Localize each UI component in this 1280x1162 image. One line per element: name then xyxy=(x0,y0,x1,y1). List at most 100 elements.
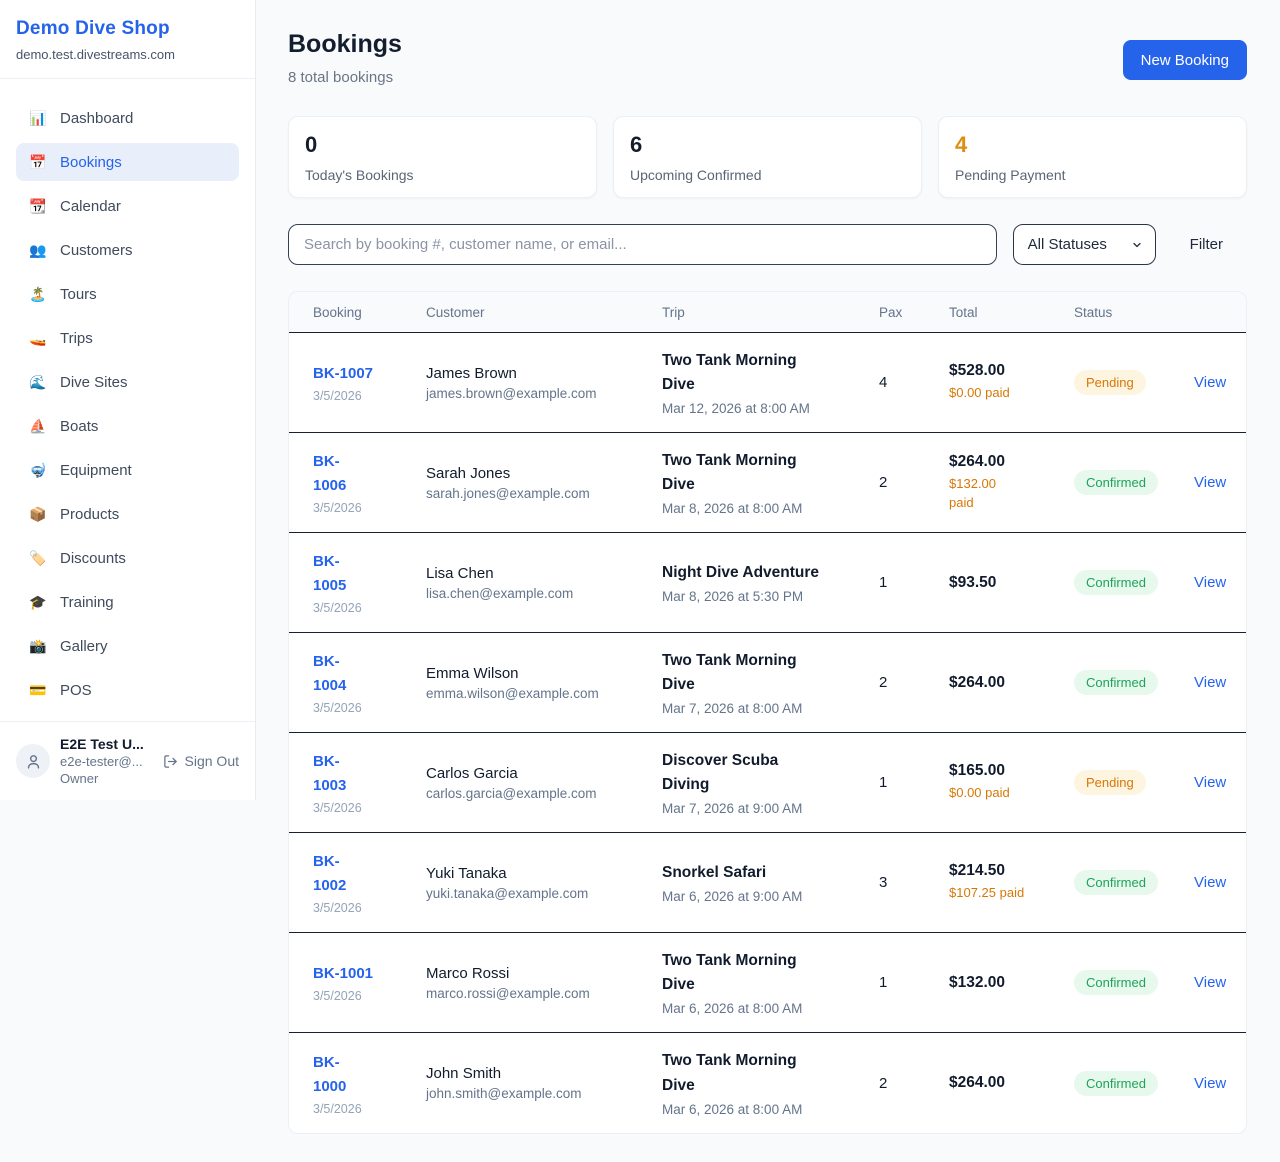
sidebar-item-dive-sites[interactable]: 🌊 Dive Sites xyxy=(16,363,239,401)
booking-id-link[interactable]: BK-1003 xyxy=(313,750,361,798)
view-link[interactable]: View xyxy=(1194,974,1226,991)
chevron-down-icon xyxy=(1131,239,1143,251)
customer-email: yuki.tanaka@example.com xyxy=(426,886,662,901)
column-header-customer: Customer xyxy=(426,305,662,320)
customer-name: Yuki Tanaka xyxy=(426,865,662,882)
booking-id-link[interactable]: BK-1002 xyxy=(313,850,361,898)
sidebar-item-trips[interactable]: 🚤 Trips xyxy=(16,319,239,357)
customer-name: James Brown xyxy=(426,365,662,382)
pax-count: 2 xyxy=(879,674,949,691)
trip-datetime: Mar 8, 2026 at 5:30 PM xyxy=(662,589,879,604)
booking-id-link[interactable]: BK-1000 xyxy=(313,1051,361,1099)
sign-out-label: Sign Out xyxy=(185,753,239,769)
table-row: BK-1006 3/5/2026 Sarah Jones sarah.jones… xyxy=(289,433,1246,533)
sidebar-item-gallery[interactable]: 📸 Gallery xyxy=(16,627,239,665)
column-header-trip: Trip xyxy=(662,305,879,320)
status-badge: Confirmed xyxy=(1074,470,1158,495)
booking-id-link[interactable]: BK-1007 xyxy=(313,362,426,386)
trip-datetime: Mar 6, 2026 at 8:00 AM xyxy=(662,1001,879,1016)
user-role: Owner xyxy=(60,771,144,786)
view-link[interactable]: View xyxy=(1194,374,1226,391)
paid-amount: $132.00 paid xyxy=(949,475,1011,513)
customer-email: carlos.garcia@example.com xyxy=(426,786,662,801)
status-badge: Pending xyxy=(1074,770,1146,795)
sign-out-button[interactable]: Sign Out xyxy=(163,753,239,769)
booking-date: 3/5/2026 xyxy=(313,989,426,1003)
credit-card-icon: 💳 xyxy=(28,683,48,697)
table-row: BK-1007 3/5/2026 James Brown james.brown… xyxy=(289,333,1246,433)
booking-date: 3/5/2026 xyxy=(313,1102,426,1116)
customer-email: lisa.chen@example.com xyxy=(426,586,662,601)
booking-date: 3/5/2026 xyxy=(313,501,426,515)
booking-id-link[interactable]: BK-1006 xyxy=(313,450,361,498)
sidebar-item-calendar[interactable]: 📆 Calendar xyxy=(16,187,239,225)
table-row: BK-1002 3/5/2026 Yuki Tanaka yuki.tanaka… xyxy=(289,833,1246,933)
stat-label: Upcoming Confirmed xyxy=(630,167,905,183)
bookings-table: Booking Customer Trip Pax Total Status B… xyxy=(288,291,1247,1134)
stat-card: 4 Pending Payment xyxy=(938,116,1247,198)
view-link[interactable]: View xyxy=(1194,1075,1226,1092)
total-amount: $93.50 xyxy=(949,574,1074,592)
brand-domain: demo.test.divestreams.com xyxy=(16,47,239,62)
sidebar-item-dashboard[interactable]: 📊 Dashboard xyxy=(16,99,239,137)
total-amount: $214.50 xyxy=(949,862,1074,880)
column-header-pax: Pax xyxy=(879,305,949,320)
main-content: Bookings 8 total bookings New Booking 0 … xyxy=(256,0,1280,1134)
sidebar-item-discounts[interactable]: 🏷️ Discounts xyxy=(16,539,239,577)
user-info: E2E Test U... e2e-tester@... Owner xyxy=(60,736,144,786)
search-input[interactable] xyxy=(288,224,997,265)
customer-name: Carlos Garcia xyxy=(426,765,662,782)
view-link[interactable]: View xyxy=(1194,774,1226,791)
table-row: BK-1000 3/5/2026 John Smith john.smith@e… xyxy=(289,1033,1246,1133)
stat-value: 4 xyxy=(955,132,1230,158)
status-filter-select[interactable]: All Statuses xyxy=(1013,224,1156,265)
filter-button[interactable]: Filter xyxy=(1156,236,1247,253)
trip-name: Discover Scuba Diving xyxy=(662,749,812,797)
sidebar-item-boats[interactable]: ⛵ Boats xyxy=(16,407,239,445)
status-filter-value: All Statuses xyxy=(1028,236,1107,253)
sidebar-item-bookings[interactable]: 📅 Bookings xyxy=(16,143,239,181)
sidebar-item-products[interactable]: 📦 Products xyxy=(16,495,239,533)
view-link[interactable]: View xyxy=(1194,574,1226,591)
customer-email: john.smith@example.com xyxy=(426,1086,662,1101)
tear-off-calendar-icon: 📆 xyxy=(28,199,48,213)
filter-row: All Statuses Filter xyxy=(288,224,1247,265)
view-link[interactable]: View xyxy=(1194,474,1226,491)
sidebar-item-tours[interactable]: 🏝️ Tours xyxy=(16,275,239,313)
booking-date: 3/5/2026 xyxy=(313,389,426,403)
booking-id-link[interactable]: BK-1005 xyxy=(313,550,361,598)
trip-name: Two Tank Morning Dive xyxy=(662,649,812,697)
sidebar-nav: 📊 Dashboard 📅 Bookings 📆 Calendar 👥 Cust… xyxy=(0,79,255,721)
total-amount: $264.00 xyxy=(949,453,1074,471)
stat-value: 0 xyxy=(305,132,580,158)
table-row: BK-1001 3/5/2026 Marco Rossi marco.rossi… xyxy=(289,933,1246,1033)
paid-amount: $0.00 paid xyxy=(949,784,1074,803)
brand-name: Demo Dive Shop xyxy=(16,18,239,40)
pax-count: 1 xyxy=(879,774,949,791)
page-header: Bookings 8 total bookings New Booking xyxy=(288,30,1247,86)
view-link[interactable]: View xyxy=(1194,874,1226,891)
paid-amount: $0.00 paid xyxy=(949,384,1074,403)
calendar-icon: 📅 xyxy=(28,155,48,169)
sign-out-icon xyxy=(163,754,178,769)
trip-name: Two Tank Morning Dive xyxy=(662,949,812,997)
graduation-cap-icon: 🎓 xyxy=(28,595,48,609)
island-icon: 🏝️ xyxy=(28,287,48,301)
sidebar-item-customers[interactable]: 👥 Customers xyxy=(16,231,239,269)
view-link[interactable]: View xyxy=(1194,674,1226,691)
sidebar-item-training[interactable]: 🎓 Training xyxy=(16,583,239,621)
booking-id-link[interactable]: BK-1001 xyxy=(313,962,426,986)
booking-id-link[interactable]: BK-1004 xyxy=(313,650,361,698)
trip-name: Snorkel Safari xyxy=(662,861,879,885)
sidebar-item-equipment[interactable]: 🤿 Equipment xyxy=(16,451,239,489)
new-booking-button[interactable]: New Booking xyxy=(1123,40,1247,80)
status-badge: Confirmed xyxy=(1074,970,1158,995)
user-email: e2e-tester@... xyxy=(60,754,144,769)
table-header-row: Booking Customer Trip Pax Total Status xyxy=(289,292,1246,333)
table-row: BK-1005 3/5/2026 Lisa Chen lisa.chen@exa… xyxy=(289,533,1246,633)
trip-datetime: Mar 6, 2026 at 8:00 AM xyxy=(662,1102,879,1117)
column-header-booking: Booking xyxy=(313,305,426,320)
customer-email: james.brown@example.com xyxy=(426,386,662,401)
column-header-status: Status xyxy=(1074,305,1194,320)
sidebar-item-pos[interactable]: 💳 POS xyxy=(16,671,239,709)
